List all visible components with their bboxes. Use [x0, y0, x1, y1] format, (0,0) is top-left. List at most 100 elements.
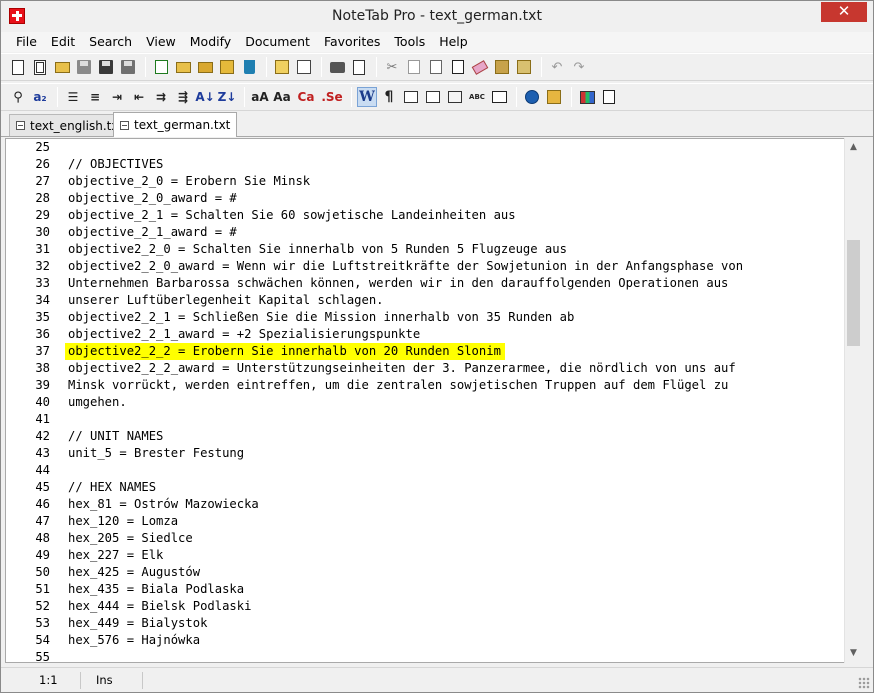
- indent-icon[interactable]: ⇥: [107, 87, 127, 107]
- print-preview-icon[interactable]: [349, 57, 369, 77]
- redo-icon[interactable]: ↷: [569, 57, 589, 77]
- browser-view-icon[interactable]: [544, 87, 564, 107]
- text-line[interactable]: 42 // UNIT NAMES: [6, 428, 844, 445]
- insert-mode[interactable]: Ins: [83, 672, 143, 689]
- library-icon[interactable]: [577, 87, 597, 107]
- tab-text-german[interactable]: text_german.txt: [113, 112, 238, 137]
- copy-icon[interactable]: [404, 57, 424, 77]
- clipboard-paste-icon[interactable]: [514, 57, 534, 77]
- text-line[interactable]: 28 objective_2_0_award = #: [6, 190, 844, 207]
- uppercase-icon[interactable]: Aa: [272, 87, 292, 107]
- text-line[interactable]: 26 // OBJECTIVES: [6, 156, 844, 173]
- text-line[interactable]: 49 hex_227 = Elk: [6, 547, 844, 564]
- text-line[interactable]: 36 objective2_2_1_award = +2 Spezialisier…: [6, 326, 844, 343]
- save-all-icon[interactable]: [96, 57, 116, 77]
- text-line[interactable]: 27 objective_2_0 = Erobern Sie Minsk: [6, 173, 844, 190]
- text-line[interactable]: 55: [6, 649, 844, 662]
- text-line[interactable]: 37 objective2_2_2 = Erobern Sie innerhalb…: [6, 343, 844, 360]
- menu-modify[interactable]: Modify: [183, 32, 238, 52]
- fav-edit-icon[interactable]: [217, 57, 237, 77]
- text-line[interactable]: 44: [6, 462, 844, 479]
- outdent-icon[interactable]: ⇤: [129, 87, 149, 107]
- text-line[interactable]: 47 hex_120 = Lomza: [6, 513, 844, 530]
- paste-icon[interactable]: [426, 57, 446, 77]
- text-line[interactable]: 31 objective2_2_0 = Schalten Sie innerhal…: [6, 241, 844, 258]
- text-line[interactable]: 48 hex_205 = Siedlce: [6, 530, 844, 547]
- undo-icon[interactable]: ↶: [547, 57, 567, 77]
- cut-icon[interactable]: ✂: [382, 57, 402, 77]
- reload-icon[interactable]: [151, 57, 171, 77]
- sort-ascending-icon[interactable]: A↓: [195, 87, 215, 107]
- open-files-icon[interactable]: [195, 57, 215, 77]
- save-icon[interactable]: [74, 57, 94, 77]
- text-line[interactable]: 41: [6, 411, 844, 428]
- text-line[interactable]: 29 objective_2_1 = Schalten Sie 60 sowjet…: [6, 207, 844, 224]
- text-line[interactable]: 46 hex_81 = Ostrów Mazowiecka: [6, 496, 844, 513]
- text-line[interactable]: 43 unit_5 = Brester Festung: [6, 445, 844, 462]
- sentence-case-icon[interactable]: .Se: [320, 87, 344, 107]
- bullet-list-icon[interactable]: ☰: [63, 87, 83, 107]
- menu-file[interactable]: File: [9, 32, 44, 52]
- clip-open-icon[interactable]: [294, 57, 314, 77]
- menu-view[interactable]: View: [139, 32, 183, 52]
- text-line[interactable]: 25: [6, 139, 844, 156]
- ruler-icon[interactable]: [401, 87, 421, 107]
- join-lines-icon[interactable]: ⇶: [173, 87, 193, 107]
- open-favorites-icon[interactable]: [173, 57, 193, 77]
- menu-search[interactable]: Search: [82, 32, 139, 52]
- text-line[interactable]: 32 objective2_2_0_award = Wenn wir die Lu…: [6, 258, 844, 275]
- menu-favorites[interactable]: Favorites: [317, 32, 387, 52]
- thesaurus-icon[interactable]: [489, 87, 509, 107]
- web-search-icon[interactable]: [522, 87, 542, 107]
- text-line[interactable]: 53 hex_449 = Bialystok: [6, 615, 844, 632]
- text-line[interactable]: 38 objective2_2_2_award = Unterstützungse…: [6, 360, 844, 377]
- statistics-icon[interactable]: [445, 87, 465, 107]
- vertical-scrollbar[interactable]: ▲ ▼: [844, 138, 861, 663]
- text-line[interactable]: 45 // HEX NAMES: [6, 479, 844, 496]
- scroll-thumb[interactable]: [847, 240, 860, 346]
- text-line[interactable]: 40 umgehen.: [6, 394, 844, 411]
- tab-text-english[interactable]: text_english.txt: [9, 114, 131, 136]
- print-icon[interactable]: [327, 57, 347, 77]
- resize-grip-icon[interactable]: [858, 677, 870, 689]
- text-line[interactable]: 54 hex_576 = Hajnówka: [6, 632, 844, 649]
- delete-icon[interactable]: [239, 57, 259, 77]
- scroll-down-icon[interactable]: ▼: [845, 645, 862, 662]
- sort-descending-icon[interactable]: Z↓: [217, 87, 237, 107]
- replace-icon[interactable]: a₂: [30, 87, 50, 107]
- text-line[interactable]: 50 hex_425 = Augustów: [6, 564, 844, 581]
- paste-special-icon[interactable]: [448, 57, 468, 77]
- show-pilcrow-icon[interactable]: ¶: [379, 87, 399, 107]
- new-doc-icon[interactable]: [8, 57, 28, 77]
- menu-tools[interactable]: Tools: [387, 32, 432, 52]
- text-line[interactable]: 52 hex_444 = Bielsk Podlaski: [6, 598, 844, 615]
- clip-new-icon[interactable]: [272, 57, 292, 77]
- title-bar[interactable]: NoteTab Pro - text_german.txt ✕: [1, 1, 873, 31]
- close-button[interactable]: ✕: [821, 2, 867, 22]
- text-line[interactable]: 34 unserer Luftüberlegenheit Kapital schl…: [6, 292, 844, 309]
- text-line[interactable]: 39 Minsk vorrückt, werden eintreffen, um …: [6, 377, 844, 394]
- new-outline-icon[interactable]: [30, 57, 50, 77]
- clipboard-icon[interactable]: [492, 57, 512, 77]
- erase-icon[interactable]: [470, 57, 490, 77]
- find-icon[interactable]: ⚲: [8, 87, 28, 107]
- numbered-list-icon[interactable]: ≡: [85, 87, 105, 107]
- text-line[interactable]: 35 objective2_2_1 = Schließen Sie die Mis…: [6, 309, 844, 326]
- menu-edit[interactable]: Edit: [44, 32, 82, 52]
- menu-document[interactable]: Document: [238, 32, 317, 52]
- text-line[interactable]: 33 Unternehmen Barbarossa schwächen könne…: [6, 275, 844, 292]
- menu-help[interactable]: Help: [432, 32, 475, 52]
- text-editor[interactable]: 25 26 // OBJECTIVES 27 objective_2_0 = Erobe…: [5, 138, 860, 663]
- outline-icon[interactable]: [423, 87, 443, 107]
- lowercase-icon[interactable]: aA: [250, 87, 270, 107]
- clipbook-icon[interactable]: [599, 87, 619, 107]
- open-folder-icon[interactable]: [52, 57, 72, 77]
- text-line[interactable]: 30 objective_2_1_award = #: [6, 224, 844, 241]
- save-copy-icon[interactable]: [118, 57, 138, 77]
- spellcheck-icon[interactable]: ABC: [467, 87, 487, 107]
- text-line[interactable]: 51 hex_435 = Biala Podlaska: [6, 581, 844, 598]
- capitalize-icon[interactable]: Ca: [294, 87, 318, 107]
- scroll-up-icon[interactable]: ▲: [845, 139, 862, 156]
- wordwrap-icon[interactable]: W: [357, 87, 377, 107]
- align-icon[interactable]: ⇉: [151, 87, 171, 107]
